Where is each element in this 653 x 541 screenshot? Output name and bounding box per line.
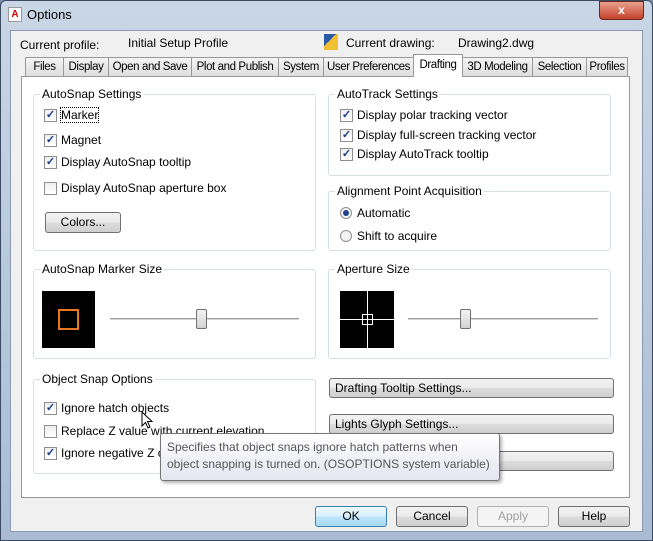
options-window: A Options x Current profile: Initial Set… [0,0,653,541]
tab-plot-and-publish[interactable]: Plot and Publish [191,57,278,77]
aperture-box [362,314,373,325]
radio-icon [340,230,352,242]
lights-glyph-settings-button[interactable]: Lights Glyph Settings... [329,414,614,434]
checkbox-icon: ✓ [44,108,57,122]
colors-button[interactable]: Colors... [45,212,121,233]
tab-system[interactable]: System [278,57,323,77]
group-title: Alignment Point Acquisition [335,184,484,198]
mouse-cursor-icon [141,411,154,429]
tab-user-preferences[interactable]: User Preferences [323,57,413,77]
group-title: Aperture Size [335,262,412,276]
apply-button[interactable]: Apply [477,506,549,527]
cancel-button[interactable]: Cancel [396,506,468,527]
aperture-preview [340,291,394,348]
tab-display[interactable]: Display [63,57,108,77]
checkbox-icon [44,424,57,438]
checkbox-icon: ✓ [44,446,57,460]
tab-files[interactable]: Files [25,57,63,77]
checkbox-icon: ✓ [340,128,353,142]
current-profile-value: Initial Setup Profile [128,36,229,50]
tab-profiles[interactable]: Profiles [586,57,628,77]
close-button[interactable]: x [599,1,644,20]
drafting-tooltip-settings-button[interactable]: Drafting Tooltip Settings... [329,378,614,398]
display-aperture-box-checkbox[interactable]: Display AutoSnap aperture box [44,181,226,195]
tab-bar: Files Display Open and Save Plot and Pub… [25,54,628,77]
shift-to-acquire-radio[interactable]: Shift to acquire [340,229,437,243]
marker-size-slider[interactable] [195,309,207,329]
current-profile-label: Current profile: [20,38,100,52]
tooltip: Specifies that object snaps ignore hatch… [160,433,500,481]
ok-button[interactable]: OK [315,506,387,527]
tab-open-and-save[interactable]: Open and Save [108,57,191,77]
group-title: AutoSnap Settings [40,87,144,101]
tab-selection[interactable]: Selection [532,57,586,77]
current-drawing-value: Drawing2.dwg [458,36,535,50]
help-button[interactable]: Help [558,506,630,527]
autocad-app-icon: A [8,7,22,22]
marker-square-icon [58,309,79,330]
checkbox-icon: ✓ [340,108,353,122]
checkbox-icon: ✓ [340,147,353,161]
marker-checkbox[interactable]: ✓ Marker [44,107,100,123]
autotrack-tooltip-checkbox[interactable]: ✓ Display AutoTrack tooltip [340,147,489,161]
drawing-icon [324,34,338,50]
tab-3d-modeling[interactable]: 3D Modeling [463,57,532,77]
current-drawing-label: Current drawing: [346,36,435,50]
checkbox-icon: ✓ [44,401,57,415]
checkbox-icon: ✓ [44,155,57,169]
group-title: AutoTrack Settings [335,87,440,101]
group-title: AutoSnap Marker Size [40,262,165,276]
aperture-size-slider-track[interactable] [408,318,598,320]
checkbox-icon: ✓ [44,133,57,147]
checkbox-icon [44,181,57,195]
radio-icon [340,207,352,219]
polar-tracking-vector-checkbox[interactable]: ✓ Display polar tracking vector [340,108,508,122]
full-screen-tracking-vector-checkbox[interactable]: ✓ Display full-screen tracking vector [340,128,536,142]
marker-preview [42,291,95,348]
automatic-radio[interactable]: Automatic [340,206,410,220]
magnet-checkbox[interactable]: ✓ Magnet [44,133,101,147]
aperture-size-slider[interactable] [460,309,471,329]
window-title: Options [27,7,72,22]
display-autosnap-tooltip-checkbox[interactable]: ✓ Display AutoSnap tooltip [44,155,191,169]
tab-drafting[interactable]: Drafting [413,54,463,77]
group-title: Object Snap Options [40,372,155,386]
